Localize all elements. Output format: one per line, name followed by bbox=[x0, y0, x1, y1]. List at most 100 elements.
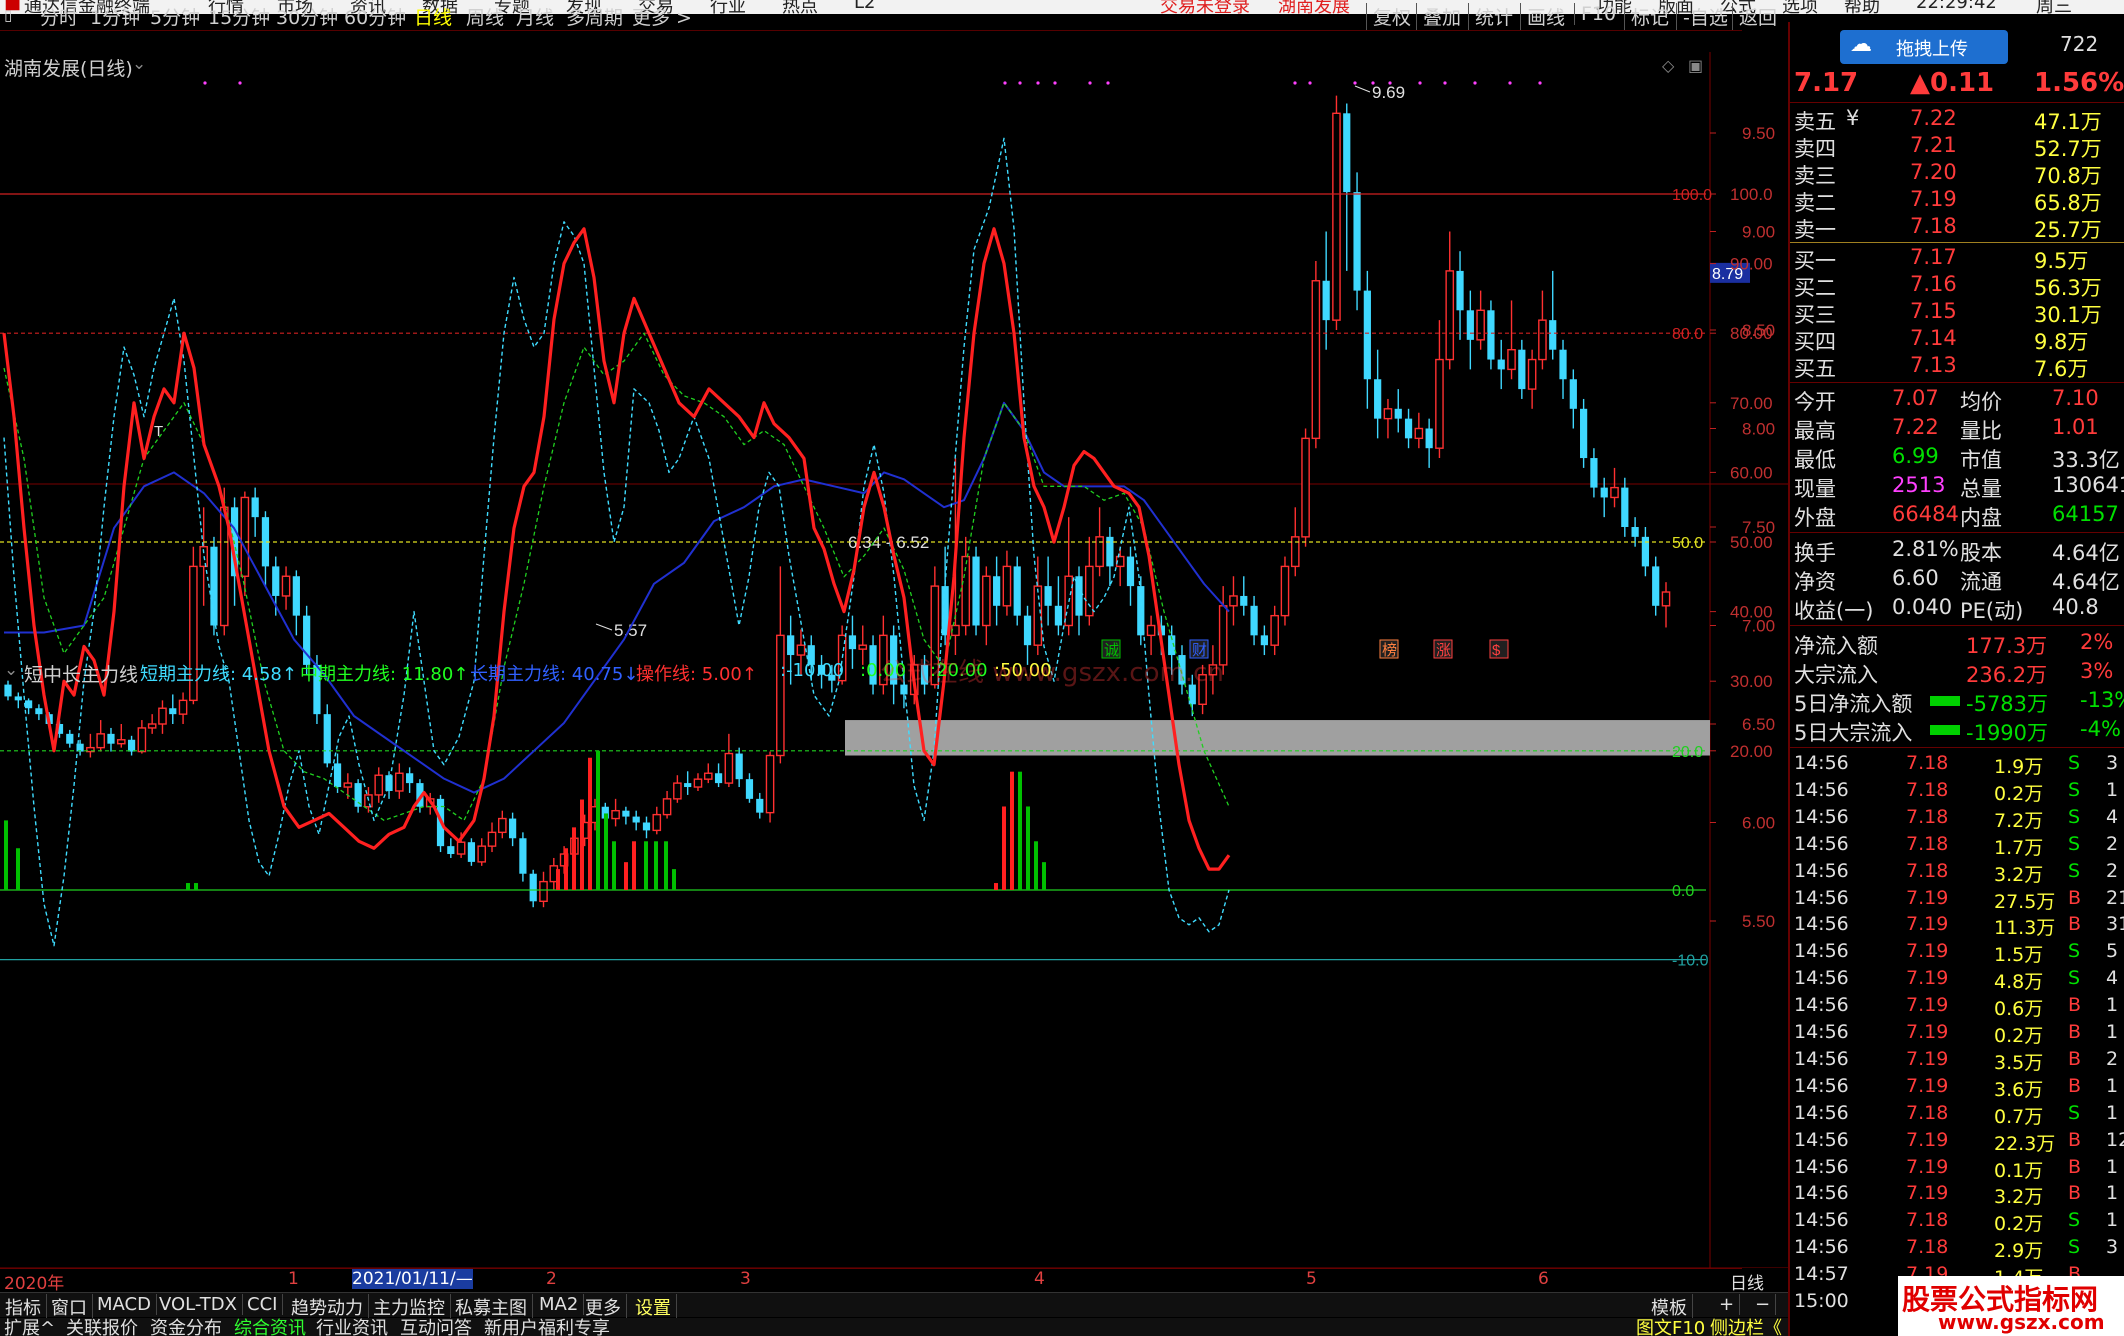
stat-row[interactable]: 今开 7.07 均价 7.10 bbox=[1790, 386, 2124, 414]
tick-row[interactable]: 14:56 7.19 4.8万 S 4 bbox=[1790, 967, 2124, 994]
tab-zhibiao[interactable]: 指标 bbox=[0, 1294, 47, 1320]
stat-row[interactable]: 现量 2513 总量 130641 bbox=[1790, 473, 2124, 501]
tab-general-news[interactable]: 综合资讯 bbox=[234, 1318, 306, 1336]
indicator-chevron-icon[interactable]: ⌄ bbox=[4, 660, 18, 680]
bid-row[interactable]: 买一 7.17 9.5万 bbox=[1790, 245, 2124, 273]
tab-monthly[interactable]: 月线 bbox=[516, 3, 554, 30]
tick-row[interactable]: 14:56 7.19 1.5万 S 5 bbox=[1790, 940, 2124, 967]
tab-related-quote[interactable]: 关联报价 bbox=[66, 1318, 138, 1336]
tick-row[interactable]: 14:56 7.18 1.9万 S 3 bbox=[1790, 752, 2124, 779]
tab-f10-graphic[interactable]: 图文F10 bbox=[1636, 1318, 1705, 1336]
stat-row[interactable]: 最高 7.22 量比 1.01 bbox=[1790, 415, 2124, 443]
fuquan-button[interactable]: 复权 bbox=[1366, 3, 1411, 30]
tab-expand[interactable]: 扩展^ bbox=[4, 1318, 55, 1336]
menu-item-l2[interactable]: L2 bbox=[854, 0, 875, 13]
ask-row[interactable]: 卖一 7.18 25.7万 bbox=[1790, 214, 2124, 242]
stats-button[interactable]: 统计 bbox=[1468, 3, 1513, 30]
tick-row[interactable]: 14:56 7.19 27.5万 B 21 bbox=[1790, 887, 2124, 914]
tab-main-monitor[interactable]: 主力监控 bbox=[368, 1294, 451, 1320]
event-marker[interactable]: $ bbox=[1489, 639, 1509, 659]
tab-private-main[interactable]: 私募主图 bbox=[450, 1294, 533, 1320]
tab-15min[interactable]: 15分钟 bbox=[208, 3, 270, 30]
tab-macd[interactable]: MACD bbox=[92, 1294, 157, 1315]
tick-row[interactable]: 14:56 7.19 0.2万 B 1 bbox=[1790, 1021, 2124, 1048]
menu-item-hangye[interactable]: 行业 bbox=[710, 0, 746, 14]
tab-trend[interactable]: 趋势动力 bbox=[286, 1294, 369, 1320]
period-label[interactable]: 日线 bbox=[1730, 1269, 1764, 1294]
tab-daily[interactable]: 日线 bbox=[414, 3, 452, 30]
tick-row[interactable]: 14:56 7.18 0.7万 S 1 bbox=[1790, 1102, 2124, 1129]
tick-row[interactable]: 14:56 7.18 3.2万 S 2 bbox=[1790, 860, 2124, 887]
tab-60min[interactable]: 60分钟 bbox=[344, 3, 406, 30]
tick-row[interactable]: 14:56 7.18 1.7万 S 2 bbox=[1790, 833, 2124, 860]
tab-qa[interactable]: 互动问答 bbox=[400, 1318, 472, 1336]
tab-fenshi[interactable]: 分时 bbox=[40, 3, 78, 30]
fundamental-row[interactable]: 净资 6.60 流通 4.64亿 bbox=[1790, 566, 2124, 594]
tick-row[interactable]: 14:56 7.19 0.6万 B 1 bbox=[1790, 994, 2124, 1021]
bid-row[interactable]: 买二 7.16 56.3万 bbox=[1790, 272, 2124, 300]
tick-row[interactable]: 14:56 7.19 3.6万 B 1 bbox=[1790, 1075, 2124, 1102]
tab-5min[interactable]: 5分钟 bbox=[150, 3, 200, 30]
add-watchlist-button[interactable]: -自选 bbox=[1676, 3, 1728, 30]
stat-row[interactable]: 最低 6.99 市值 33.3亿 bbox=[1790, 444, 2124, 472]
ask-row[interactable]: 卖四 7.21 52.7万 bbox=[1790, 133, 2124, 161]
tick-row[interactable]: 14:56 7.18 7.2万 S 4 bbox=[1790, 806, 2124, 833]
tab-sidebar[interactable]: 侧边栏《 bbox=[1710, 1318, 1782, 1336]
template-button[interactable]: 模板 bbox=[1646, 1294, 1693, 1320]
event-marker[interactable]: 涨 bbox=[1433, 639, 1453, 659]
fund-flow-row[interactable]: 5日大宗流入 -1990万 -4% bbox=[1790, 717, 2124, 745]
tick-row[interactable]: 14:56 7.18 2.9万 S 3 bbox=[1790, 1236, 2124, 1263]
diamond-icon[interactable]: ◇ bbox=[1662, 56, 1674, 75]
tab-multi-period[interactable]: 多周期 bbox=[566, 3, 623, 30]
tab-chuangkou[interactable]: 窗口 bbox=[46, 1294, 93, 1320]
tick-row[interactable]: 14:56 7.19 3.5万 B 2 bbox=[1790, 1048, 2124, 1075]
tab-ma2[interactable]: MA2 bbox=[534, 1294, 585, 1315]
bid-row[interactable]: 买五 7.13 7.6万 bbox=[1790, 353, 2124, 381]
tick-row[interactable]: 14:56 7.19 3.2万 B 1 bbox=[1790, 1182, 2124, 1209]
upload-button[interactable]: ☁ 拖拽上传 bbox=[1840, 30, 2008, 64]
stat-row[interactable]: 外盘 66484 内盘 64157 bbox=[1790, 502, 2124, 530]
fundamental-row[interactable]: 收益(一) 0.040 PE(动) 40.8 bbox=[1790, 595, 2124, 623]
event-marker[interactable]: 榜 bbox=[1379, 639, 1399, 659]
f10-button[interactable]: F10 bbox=[1574, 3, 1616, 25]
tab-weekly[interactable]: 周线 bbox=[466, 3, 504, 30]
tab-industry-news[interactable]: 行业资讯 bbox=[316, 1318, 388, 1336]
fund-flow-row[interactable]: 5日净流入额 -5783万 -13% bbox=[1790, 688, 2124, 716]
remove-pane-button[interactable]: − bbox=[1750, 1294, 1777, 1315]
tab-fund-distribution[interactable]: 资金分布 bbox=[150, 1318, 222, 1336]
tick-row[interactable]: 14:56 7.19 22.3万 B 12 bbox=[1790, 1129, 2124, 1156]
fund-flow-row[interactable]: 大宗流入 236.2万 3% bbox=[1790, 659, 2124, 687]
chevron-down-icon[interactable]: ⌄ bbox=[132, 54, 146, 74]
overlay-button[interactable]: 叠加 bbox=[1416, 3, 1461, 30]
back-button[interactable]: 返回 bbox=[1732, 3, 1777, 30]
ask-row[interactable]: 卖二 7.19 65.8万 bbox=[1790, 187, 2124, 215]
bid-row[interactable]: 买四 7.14 9.8万 bbox=[1790, 326, 2124, 354]
fund-flow-row[interactable]: 净流入额 177.3万 2% bbox=[1790, 630, 2124, 658]
tab-cci[interactable]: CCI bbox=[242, 1294, 284, 1315]
sidebar-toggle-icon[interactable]: ▯ bbox=[4, 6, 12, 24]
draw-button[interactable]: 画线 bbox=[1520, 3, 1565, 30]
tab-more-indicators[interactable]: 更多 bbox=[580, 1294, 627, 1320]
menu-item-redian[interactable]: 热点 bbox=[782, 0, 818, 14]
ask-row[interactable]: 卖三 7.20 70.8万 bbox=[1790, 160, 2124, 188]
ask-row[interactable]: 卖五 ¥7.22 47.1万 bbox=[1790, 106, 2124, 134]
bid-row[interactable]: 买三 7.15 30.1万 bbox=[1790, 299, 2124, 327]
tick-time: 14:56 bbox=[1794, 940, 1849, 963]
tab-more[interactable]: 更多 > bbox=[632, 3, 692, 30]
tab-vol-tdx[interactable]: VOL-TDX bbox=[154, 1294, 243, 1315]
fundamental-row[interactable]: 换手 2.81% 股本 4.64亿 bbox=[1790, 537, 2124, 565]
menu-item-bangzhu[interactable]: 帮助 bbox=[1844, 0, 1880, 14]
tick-row[interactable]: 14:56 7.19 0.1万 B 1 bbox=[1790, 1156, 2124, 1183]
tab-new-user-benefit[interactable]: 新用户福利专享 bbox=[484, 1318, 610, 1336]
tick-row[interactable]: 14:56 7.18 0.2万 S 1 bbox=[1790, 1209, 2124, 1236]
tick-row[interactable]: 14:56 7.18 0.2万 S 1 bbox=[1790, 779, 2124, 806]
login-status[interactable]: 交易未登录 bbox=[1160, 0, 1250, 14]
add-pane-button[interactable]: + bbox=[1714, 1294, 1741, 1315]
mark-button[interactable]: 标记 bbox=[1624, 3, 1669, 30]
window-toggle-icon[interactable]: ▣ bbox=[1688, 56, 1703, 75]
menu-item-xuanxiang[interactable]: 选项 bbox=[1782, 0, 1818, 14]
tab-30min[interactable]: 30分钟 bbox=[276, 3, 338, 30]
tick-row[interactable]: 14:56 7.19 11.3万 B 31 bbox=[1790, 913, 2124, 940]
tab-1min[interactable]: 1分钟 bbox=[90, 3, 140, 30]
tab-settings[interactable]: 设置 bbox=[630, 1294, 677, 1320]
